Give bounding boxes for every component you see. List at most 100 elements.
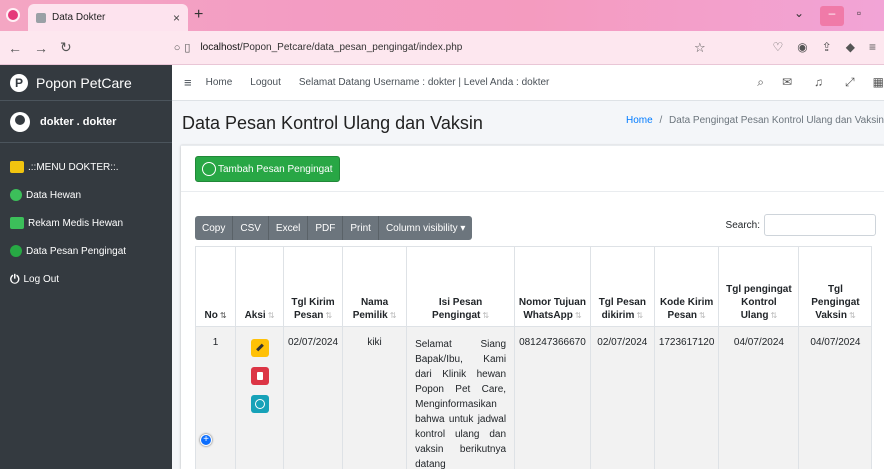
sidebar-menu-header: .::MENU DOKTER::. [0, 153, 172, 181]
menu-icon[interactable]: ≡ [869, 40, 876, 54]
pocket-icon[interactable]: ♡ [772, 40, 783, 54]
page-title: Data Pesan Kontrol Ulang dan Vaksin [182, 112, 483, 133]
url-path: /Popon_Petcare/data_pesan_pengingat/inde… [239, 42, 463, 53]
sidebar-item-label: Data Pesan Pengingat [26, 245, 127, 257]
column-visibility-button[interactable]: Column visibility ▾ [379, 216, 472, 240]
sidebar-item-label: Rekam Medis Hewan [28, 217, 124, 229]
sort-icon: ⇅ [699, 311, 706, 320]
column-header-tgl-vaksin[interactable]: Tgl Pengingat Vaksin ⇅ [798, 246, 873, 327]
column-header-aksi[interactable]: Aksi ⇅ [235, 246, 284, 327]
column-header-tgl-dikirim[interactable]: Tgl Pesan dikirim ⇅ [589, 246, 655, 327]
tab-close-icon[interactable]: × [173, 11, 180, 25]
send-whatsapp-button[interactable] [250, 395, 269, 413]
tab-list-chevron-icon[interactable]: ⌄ [794, 6, 804, 20]
cell-no: 1 [195, 326, 236, 469]
column-header-kode-kirim[interactable]: Kode Kirim Pesan ⇅ [653, 246, 720, 327]
pdf-button[interactable]: PDF [308, 216, 344, 240]
addon-icon[interactable]: ◆ [846, 40, 855, 54]
column-header-no[interactable]: No ⇅ [195, 246, 236, 327]
row-expand-plus-icon[interactable]: + [200, 434, 212, 446]
print-button[interactable]: Print [343, 216, 379, 240]
share-icon[interactable]: ⇪ [822, 40, 832, 54]
breadcrumb: Home / Data Pengingat Pesan Kontrol Ulan… [626, 115, 884, 126]
fullscreen-icon[interactable]: ⤢ [845, 75, 855, 90]
column-header-label: Isi Pesan Pengingat [432, 297, 483, 321]
cell-tgl-kirim: 02/07/2024 [282, 326, 344, 469]
sidebar-item-logout[interactable]: ⏻ Log Out [0, 265, 172, 293]
edit-button[interactable] [250, 339, 269, 357]
sort-icon: ⇅ [848, 311, 856, 320]
brand-text: Popon PetCare [36, 74, 132, 91]
shield-icon[interactable]: ○ [174, 42, 181, 54]
browser-tabbar: Data Dokter × + ⌄ – ▫ [0, 0, 884, 31]
column-header-nama-pemilik[interactable]: Nama Pemilik ⇅ [342, 246, 408, 327]
column-header-tgl-kontrol[interactable]: Tgl pengingat Kontrol Ulang ⇅ [718, 246, 800, 327]
user-name: dokter . dokter [40, 115, 117, 128]
sidebar-item-pesan-pengingat[interactable]: Data Pesan Pengingat [0, 237, 172, 265]
navbar-right-icons: ⌕ ✉ ♫ ⤢ ▦ [757, 75, 884, 90]
reload-icon[interactable]: ↻ [60, 39, 72, 56]
tab-favicon-icon [36, 12, 46, 23]
sort-icon: ⇅ [574, 311, 582, 320]
search-icon[interactable]: ⌕ [757, 75, 764, 90]
search-label: Search: [725, 219, 760, 231]
hamburger-menu-icon[interactable]: ≡ [184, 75, 192, 90]
sort-icon: ⇅ [770, 311, 778, 320]
forward-arrow-icon[interactable]: → [34, 40, 48, 56]
sidebar-menu: .::MENU DOKTER::. Data Hewan Rekam Medis… [0, 143, 172, 293]
column-header-tgl-kirim[interactable]: Tgl Kirim Pesan ⇅ [282, 246, 344, 327]
datatable-export-buttons: Copy CSV Excel PDF Print Column visibili… [195, 216, 473, 240]
welcome-text: Selamat Datang Username : dokter | Level… [298, 77, 550, 88]
add-reminder-label: Tambah Pesan Pengingat [218, 163, 333, 175]
sort-icon: ⇅ [325, 311, 333, 320]
data-card: Tambah Pesan Pengingat Copy CSV Excel PD… [181, 145, 884, 469]
bookmark-star-icon[interactable]: ☆ [694, 40, 706, 56]
csv-button[interactable]: CSV [233, 216, 269, 240]
browser-tab[interactable]: Data Dokter × [28, 4, 188, 31]
nav-home-link[interactable]: Home [206, 77, 233, 88]
users-icon [10, 189, 22, 201]
breadcrumb-home-link[interactable]: Home [626, 115, 653, 126]
cell-kode-kirim: 1723617120 [653, 326, 720, 469]
excel-button[interactable]: Excel [269, 216, 309, 240]
maximize-button[interactable]: ▫ [850, 6, 868, 20]
breadcrumb-current: Data Pengingat Pesan Kontrol Ulang dan V… [669, 115, 884, 126]
cell-tgl-vaksin: 04/07/2024 [798, 326, 873, 469]
back-arrow-icon[interactable]: ← [8, 40, 22, 56]
brand-link[interactable]: P Popon PetCare [0, 65, 172, 101]
sort-icon: ⇅ [636, 311, 644, 320]
nav-logout-link[interactable]: Logout [250, 77, 281, 88]
browser-toolbar-icons: ♡ ◉ ⇪ ◆ ≡ [772, 40, 876, 54]
grid-icon[interactable]: ▦ [873, 75, 884, 90]
sidebar-item-rekam-medis[interactable]: Rekam Medis Hewan [0, 209, 172, 237]
search-input[interactable] [764, 214, 876, 236]
breadcrumb-separator: / [659, 115, 663, 126]
sidebar-item-data-hewan[interactable]: Data Hewan [0, 181, 172, 209]
power-icon: ⏻ [10, 271, 20, 286]
minimize-button[interactable]: – [820, 6, 844, 26]
column-header-nomor-wa[interactable]: Nomor Tujuan WhatsApp ⇅ [514, 246, 591, 327]
user-panel[interactable]: dokter . dokter [0, 101, 172, 143]
url-input[interactable]: localhost/Popon_Petcare/data_pesan_pengi… [200, 42, 462, 53]
user-avatar-icon [10, 111, 30, 132]
url-host: localhost [200, 42, 240, 53]
table-header-row: No ⇅ Aksi ⇅ Tgl Kirim Pesan ⇅ Nama Pemilik ⇅… [195, 246, 873, 327]
content-header: Data Pesan Kontrol Ulang dan Vaksin Home… [172, 101, 884, 145]
new-tab-button[interactable]: + [194, 6, 203, 24]
sidebar-item-label: .::MENU DOKTER::. [28, 161, 119, 173]
delete-button[interactable] [250, 367, 269, 385]
whatsapp-icon [202, 162, 216, 176]
column-header-isi-pesan[interactable]: Isi Pesan Pengingat ⇅ [406, 246, 516, 327]
comments-icon[interactable]: ✉ [782, 75, 796, 90]
add-reminder-button[interactable]: Tambah Pesan Pengingat [195, 156, 340, 182]
sort-icon: ⇅ [389, 311, 397, 320]
table-search: Search: [726, 214, 876, 236]
extension-icon[interactable]: ◉ [797, 40, 807, 54]
column-header-label: Tgl pengingat Kontrol Ulang [726, 284, 792, 321]
whatsapp-icon [10, 245, 22, 257]
page-icon: ▯ [184, 42, 191, 54]
sort-asc-icon: ⇅ [219, 311, 227, 320]
copy-button[interactable]: Copy [195, 216, 234, 240]
column-header-label: Aksi [244, 310, 266, 321]
notifications-bell-icon[interactable]: ♫ [814, 75, 827, 90]
